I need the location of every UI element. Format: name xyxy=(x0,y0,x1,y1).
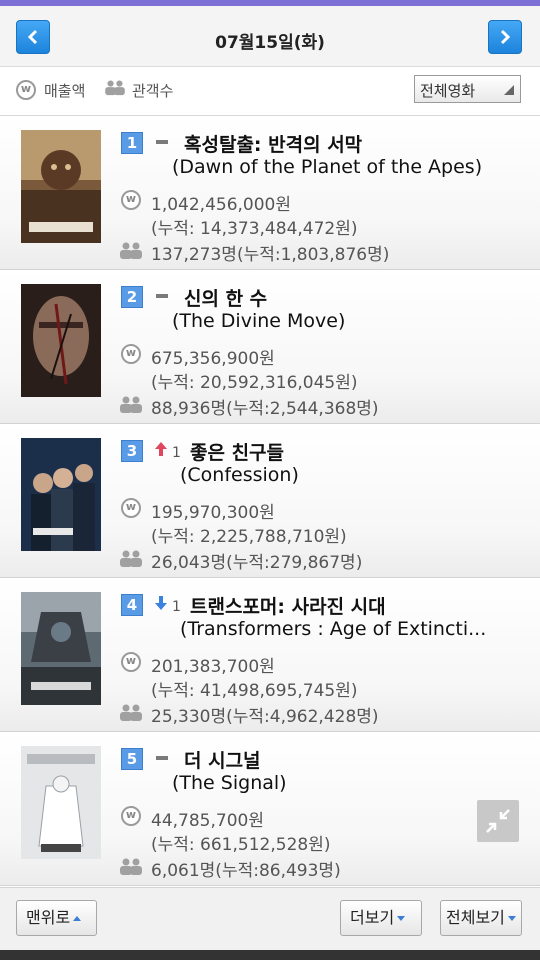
footer-toolbar: 맨위로 더보기 전체보기 xyxy=(0,887,540,950)
won-coin-icon xyxy=(121,498,141,518)
won-coin-icon xyxy=(121,344,141,364)
collapse-arrows-icon xyxy=(486,809,510,833)
cumulative-sales: (누적: 661,512,528원) xyxy=(151,835,331,855)
movie-title-english: (The Signal) xyxy=(172,772,287,794)
boxoffice-list: 1 혹성탈출: 반격의 서막 (Dawn of the Planet of th… xyxy=(0,116,540,886)
prev-day-button[interactable] xyxy=(16,20,50,54)
movie-title-english: (Dawn of the Planet of the Apes) xyxy=(172,156,483,178)
movie-poster[interactable] xyxy=(21,284,101,397)
people-icon xyxy=(120,396,142,413)
movie-title-korean: 신의 한 수 xyxy=(184,288,268,310)
won-coin-icon xyxy=(121,652,141,672)
more-button[interactable]: 더보기 xyxy=(340,900,422,936)
rank-badge: 4 xyxy=(121,594,143,616)
movie-item[interactable]: 4 1 트랜스포머: 사라진 시대 (Transformers : Age of… xyxy=(0,578,540,732)
audience-count: 26,043명(누적:279,867명) xyxy=(151,553,363,573)
chevron-left-icon xyxy=(27,29,38,45)
caret-down-icon xyxy=(507,916,516,921)
people-icon xyxy=(120,550,142,567)
caret-down-icon xyxy=(397,916,406,921)
date-header: 07월15일(화) xyxy=(0,6,540,67)
next-day-button[interactable] xyxy=(488,20,522,54)
view-all-label: 전체보기 xyxy=(446,908,505,927)
cumulative-sales: (누적: 41,498,695,745원) xyxy=(151,681,358,701)
movie-filter-value: 전체영화 xyxy=(420,82,476,100)
movie-poster[interactable] xyxy=(21,592,101,705)
people-icon xyxy=(120,704,142,721)
legend-sales-label: 매출액 xyxy=(44,82,86,100)
chevron-right-icon xyxy=(500,29,511,45)
daily-sales: 195,970,300원 xyxy=(151,503,275,523)
audience-count: 6,061명(누적:86,493명) xyxy=(151,861,341,881)
arrow-up-icon xyxy=(155,442,167,456)
rank-change-value: 1 xyxy=(172,599,181,615)
movie-item[interactable]: 1 혹성탈출: 반격의 서막 (Dawn of the Planet of th… xyxy=(0,116,540,270)
rank-badge: 2 xyxy=(121,286,143,308)
daily-sales: 201,383,700원 xyxy=(151,657,275,677)
won-coin-icon xyxy=(16,80,36,100)
view-all-button[interactable]: 전체보기 xyxy=(440,900,522,936)
movie-poster[interactable] xyxy=(21,130,101,243)
bottom-bar xyxy=(0,950,540,960)
legend-audience: 관객수 xyxy=(104,80,173,100)
movie-item[interactable]: 3 1 좋은 친구들 (Confession) 195,970,300원 (누적… xyxy=(0,424,540,578)
movie-item[interactable]: 5 더 시그널 (The Signal) 44,785,700원 (누적: 66… xyxy=(0,732,540,886)
people-icon xyxy=(120,242,142,259)
legend-sales: 매출액 xyxy=(16,80,85,104)
daily-sales: 44,785,700원 xyxy=(151,811,264,831)
caret-up-icon xyxy=(73,916,82,921)
scroll-top-label: 맨위로 xyxy=(26,908,71,927)
movie-title-korean: 혹성탈출: 반격의 서막 xyxy=(184,134,363,156)
movie-poster[interactable] xyxy=(21,746,101,859)
collapse-button[interactable] xyxy=(477,800,519,842)
daily-sales: 675,356,900원 xyxy=(151,349,275,369)
rank-change-down: 1 xyxy=(154,595,181,615)
movie-title-korean: 트랜스포머: 사라진 시대 xyxy=(190,596,386,618)
people-icon xyxy=(120,858,142,875)
movie-filter-select[interactable]: 전체영화 xyxy=(414,75,521,103)
movie-item[interactable]: 2 신의 한 수 (The Divine Move) 675,356,900원 … xyxy=(0,270,540,424)
audience-count: 88,936명(누적:2,544,368명) xyxy=(151,399,379,419)
people-icon xyxy=(105,80,125,96)
rank-change-up: 1 xyxy=(154,441,181,461)
daily-sales: 1,042,456,000원 xyxy=(151,195,292,215)
movie-poster[interactable] xyxy=(21,438,101,551)
movie-title-korean: 좋은 친구들 xyxy=(190,442,285,464)
won-coin-icon xyxy=(121,190,141,210)
date-title: 07월15일(화) xyxy=(215,33,325,53)
rank-change-value: 1 xyxy=(172,445,181,461)
movie-title-english: (Confession) xyxy=(180,464,299,486)
movie-title-english: (Transformers : Age of Extincti... xyxy=(180,618,487,640)
more-label: 더보기 xyxy=(350,908,395,927)
rank-badge: 5 xyxy=(121,748,143,770)
rank-badge: 1 xyxy=(121,132,143,154)
cumulative-sales: (누적: 2,225,788,710원) xyxy=(151,527,347,547)
cumulative-sales: (누적: 14,373,484,472원) xyxy=(151,219,358,239)
legend-audience-label: 관객수 xyxy=(132,82,174,100)
rank-badge: 3 xyxy=(121,440,143,462)
scroll-top-button[interactable]: 맨위로 xyxy=(16,900,97,936)
won-coin-icon xyxy=(121,806,141,826)
audience-count: 25,330명(누적:4,962,428명) xyxy=(151,707,379,727)
cumulative-sales: (누적: 20,592,316,045원) xyxy=(151,373,358,393)
movie-title-korean: 더 시그널 xyxy=(184,750,261,772)
arrow-down-icon xyxy=(155,596,167,610)
movie-title-english: (The Divine Move) xyxy=(172,310,346,332)
audience-count: 137,273명(누적:1,803,876명) xyxy=(151,245,390,265)
dropdown-arrow-icon xyxy=(504,85,514,95)
